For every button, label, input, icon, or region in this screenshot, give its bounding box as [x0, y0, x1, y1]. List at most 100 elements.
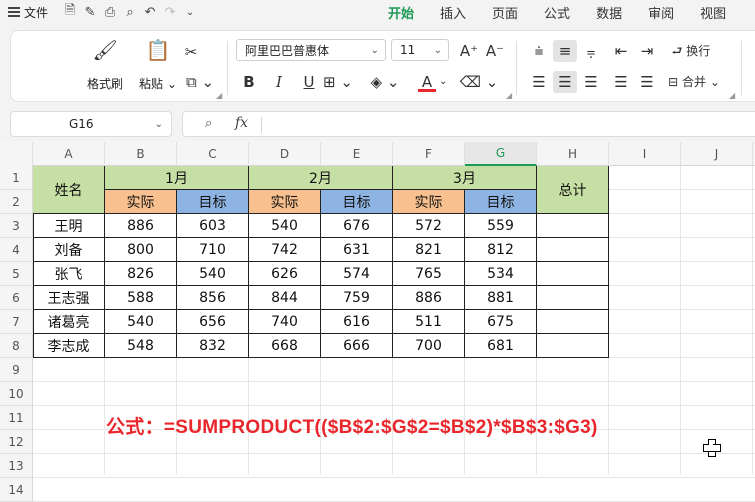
- total-header-cell[interactable]: 总计: [537, 166, 609, 214]
- align-center-icon[interactable]: ☰: [553, 71, 577, 93]
- decrease-font-icon[interactable]: A⁻: [483, 40, 507, 62]
- merge-button[interactable]: ⊟ 合并 ⌄: [663, 71, 725, 93]
- name-cell[interactable]: 诸葛亮: [33, 310, 105, 334]
- value-cell[interactable]: 603: [177, 214, 249, 238]
- name-cell[interactable]: 刘备: [33, 238, 105, 262]
- format-painter-button[interactable]: 🖌 格式刷: [87, 37, 123, 92]
- fill-color-icon[interactable]: ◈ ⌄: [365, 71, 405, 93]
- align-middle-icon[interactable]: ≡: [553, 40, 577, 62]
- tab-5[interactable]: 审阅: [648, 3, 674, 22]
- column-header-b[interactable]: B: [105, 142, 177, 166]
- name-cell[interactable]: 张飞: [33, 262, 105, 286]
- value-cell[interactable]: 676: [321, 214, 393, 238]
- align-top-icon[interactable]: ⩧: [527, 40, 551, 62]
- italic-icon[interactable]: I: [267, 71, 291, 93]
- total-cell[interactable]: [537, 286, 609, 310]
- bold-icon[interactable]: B: [237, 71, 261, 93]
- row-header-14[interactable]: 14: [0, 478, 33, 502]
- name-header-cell[interactable]: 姓名: [33, 166, 105, 214]
- row-header-13[interactable]: 13: [0, 454, 33, 478]
- name-cell[interactable]: 王明: [33, 214, 105, 238]
- undo-icon[interactable]: ↶: [140, 3, 160, 21]
- value-cell[interactable]: 574: [321, 262, 393, 286]
- value-cell[interactable]: 675: [465, 310, 537, 334]
- cut-icon[interactable]: ✂: [179, 41, 203, 63]
- wrap-text-button[interactable]: ⮐ 换行: [663, 40, 719, 62]
- tab-0[interactable]: 开始: [388, 3, 414, 27]
- paste-button[interactable]: 📋 粘贴 ⌄: [139, 37, 177, 92]
- underline-icon[interactable]: U: [297, 71, 321, 93]
- print-preview-icon[interactable]: ⌕: [120, 3, 140, 21]
- align-bottom-icon[interactable]: ⩦: [579, 40, 603, 62]
- month-header-cell[interactable]: 2月: [249, 166, 393, 190]
- column-header-d[interactable]: D: [249, 142, 321, 166]
- value-cell[interactable]: 886: [393, 286, 465, 310]
- value-cell[interactable]: 765: [393, 262, 465, 286]
- select-all-corner[interactable]: [0, 142, 33, 166]
- sub-header-cell[interactable]: 目标: [177, 190, 249, 214]
- total-cell[interactable]: [537, 238, 609, 262]
- row-header-11[interactable]: 11: [0, 406, 33, 430]
- column-header-a[interactable]: A: [33, 142, 105, 166]
- value-cell[interactable]: 710: [177, 238, 249, 262]
- value-cell[interactable]: 800: [105, 238, 177, 262]
- worksheet-grid[interactable]: ABCDEFGHIJ 1 2 3 4 5 6 7 8 9 10 11 12 13 14 姓名 1月 2月 3月 总计…: [0, 142, 755, 502]
- fx-icon[interactable]: fx: [235, 115, 248, 131]
- print-icon[interactable]: ⎙: [100, 3, 120, 21]
- clipboard-expand-icon[interactable]: ◢: [216, 91, 222, 100]
- column-header-g[interactable]: G: [465, 142, 537, 166]
- value-cell[interactable]: 656: [177, 310, 249, 334]
- file-menu[interactable]: 文件: [24, 4, 48, 21]
- value-cell[interactable]: 832: [177, 334, 249, 358]
- value-cell[interactable]: 681: [465, 334, 537, 358]
- value-cell[interactable]: 668: [249, 334, 321, 358]
- total-cell[interactable]: [537, 262, 609, 286]
- zoom-search-icon[interactable]: ⌕: [205, 116, 212, 131]
- tab-3[interactable]: 公式: [544, 3, 570, 22]
- value-cell[interactable]: 540: [249, 214, 321, 238]
- value-cell[interactable]: 821: [393, 238, 465, 262]
- value-cell[interactable]: 742: [249, 238, 321, 262]
- value-cell[interactable]: 844: [249, 286, 321, 310]
- row-header-3[interactable]: 3: [0, 214, 33, 238]
- month-header-cell[interactable]: 1月: [105, 166, 249, 190]
- value-cell[interactable]: 616: [321, 310, 393, 334]
- increase-font-icon[interactable]: A⁺: [457, 40, 481, 62]
- value-cell[interactable]: 511: [393, 310, 465, 334]
- value-cell[interactable]: 540: [177, 262, 249, 286]
- total-cell[interactable]: [537, 334, 609, 358]
- font-size-select[interactable]: 11 ⌄: [391, 39, 449, 61]
- value-cell[interactable]: 881: [465, 286, 537, 310]
- value-cell[interactable]: 886: [105, 214, 177, 238]
- name-cell[interactable]: 李志成: [33, 334, 105, 358]
- chevron-down-icon[interactable]: ⌄: [180, 3, 200, 21]
- border-icon[interactable]: ⊞ ⌄: [321, 71, 355, 93]
- total-cell[interactable]: [537, 214, 609, 238]
- total-cell[interactable]: [537, 310, 609, 334]
- column-header-j[interactable]: J: [681, 142, 753, 166]
- row-header-7[interactable]: 7: [0, 310, 33, 334]
- value-cell[interactable]: 631: [321, 238, 393, 262]
- align-left-icon[interactable]: ☰: [527, 71, 551, 93]
- row-header-4[interactable]: 4: [0, 238, 33, 262]
- tab-1[interactable]: 插入: [440, 3, 466, 22]
- name-box[interactable]: G16 ⌄: [10, 111, 172, 137]
- name-cell[interactable]: 王志强: [33, 286, 105, 310]
- indent-decrease-icon[interactable]: ⇤: [609, 40, 633, 62]
- value-cell[interactable]: 856: [177, 286, 249, 310]
- value-cell[interactable]: 826: [105, 262, 177, 286]
- hamburger-menu-icon[interactable]: [8, 5, 20, 19]
- font-color-button[interactable]: A ⌄: [413, 71, 453, 93]
- formula-input[interactable]: ⌕ fx: [182, 111, 755, 137]
- clear-format-icon[interactable]: ⌫ ⌄: [459, 71, 499, 93]
- column-header-h[interactable]: H: [537, 142, 609, 166]
- sub-header-cell[interactable]: 目标: [321, 190, 393, 214]
- value-cell[interactable]: 540: [105, 310, 177, 334]
- value-cell[interactable]: 626: [249, 262, 321, 286]
- value-cell[interactable]: 559: [465, 214, 537, 238]
- row-header-10[interactable]: 10: [0, 382, 33, 406]
- row-header-6[interactable]: 6: [0, 286, 33, 310]
- column-header-f[interactable]: F: [393, 142, 465, 166]
- tab-4[interactable]: 数据: [596, 3, 622, 22]
- indent-increase-icon[interactable]: ⇥: [635, 40, 659, 62]
